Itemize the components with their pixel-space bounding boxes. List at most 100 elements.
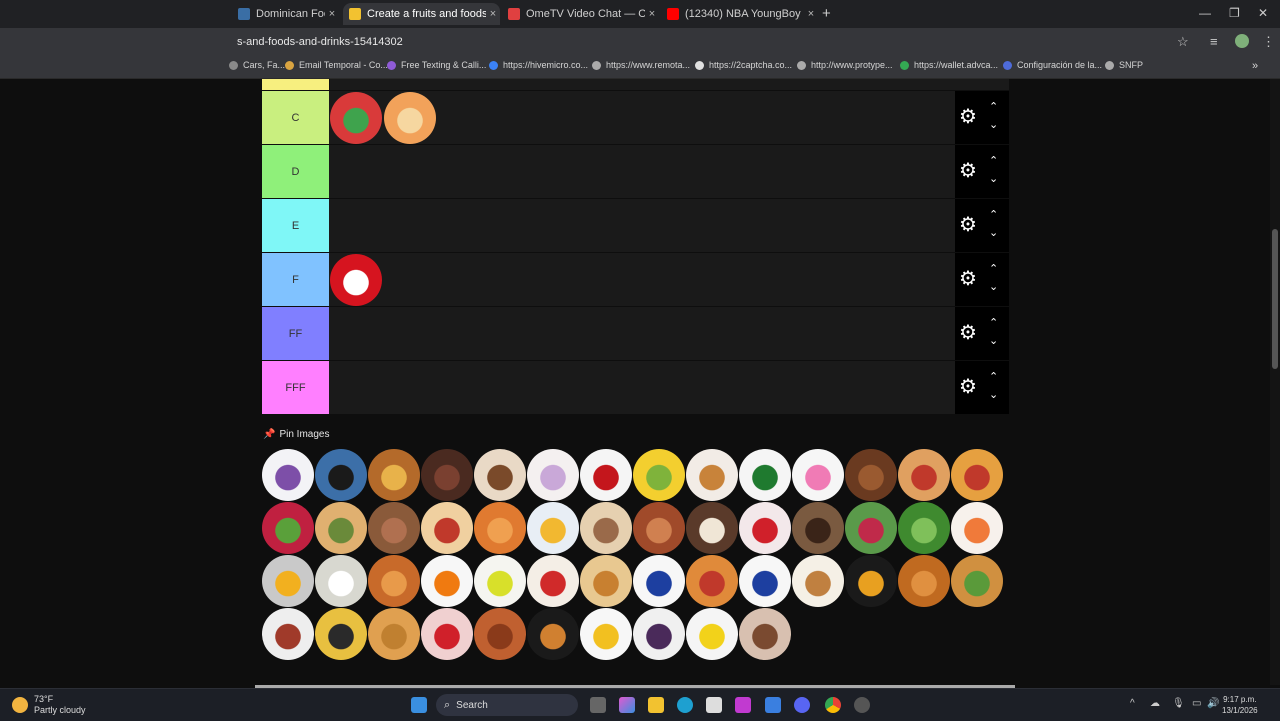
discord-icon[interactable] — [794, 697, 810, 713]
food-pear[interactable] — [474, 555, 526, 607]
move-tier-up-icon[interactable]: ⌃ — [989, 316, 998, 329]
food-kebab-skewers[interactable] — [368, 502, 420, 554]
food-cookies[interactable] — [792, 502, 844, 554]
food-burger[interactable] — [368, 449, 420, 501]
food-pizza-slices[interactable] — [898, 449, 950, 501]
chrome-icon[interactable] — [825, 697, 841, 713]
food-spaghetti[interactable] — [474, 608, 526, 660]
bookmark-item[interactable]: https://2captcha.co... — [695, 60, 792, 70]
food-red-bull-can[interactable] — [739, 555, 791, 607]
food-chocolate-cake-slice[interactable] — [421, 449, 473, 501]
food-fried-eggs[interactable] — [262, 555, 314, 607]
move-tier-down-icon[interactable]: ⌄ — [989, 226, 998, 239]
food-fruit-salad[interactable] — [262, 502, 314, 554]
food-frooti-pack[interactable] — [686, 608, 738, 660]
mail-icon[interactable] — [765, 697, 781, 713]
food-empanadas[interactable] — [527, 608, 579, 660]
instagram-icon[interactable] — [735, 697, 751, 713]
network-icon[interactable]: ▭ — [1192, 698, 1201, 709]
taskbar-search[interactable]: ⌕ Search — [436, 694, 578, 716]
food-fried-chicken[interactable] — [898, 555, 950, 607]
food-cereal-box[interactable] — [527, 449, 579, 501]
minimize-icon[interactable]: — — [1199, 6, 1211, 20]
page-scrollbar[interactable] — [1270, 79, 1280, 685]
tier-settings-gear-icon[interactable]: ⚙ — [959, 107, 977, 127]
food-fries-ketchup[interactable] — [951, 449, 1003, 501]
food-muffin[interactable] — [792, 555, 844, 607]
tier-settings-gear-icon[interactable]: ⚙ — [959, 269, 977, 289]
food-sandwich[interactable] — [580, 502, 632, 554]
food-birthday-cake[interactable] — [474, 449, 526, 501]
tier-label[interactable]: C — [262, 91, 329, 144]
food-peach[interactable] — [951, 502, 1003, 554]
food-corn[interactable] — [633, 449, 685, 501]
bookmark-item[interactable]: Cars, Fa... — [229, 60, 285, 70]
profile-avatar-icon[interactable] — [1235, 34, 1249, 48]
food-energy-drink-can[interactable] — [315, 449, 367, 501]
restore-icon[interactable]: ❐ — [1229, 6, 1240, 20]
food-red-smoothie[interactable] — [739, 502, 791, 554]
food-cola-bottle[interactable] — [580, 449, 632, 501]
food-fruit-juice[interactable] — [421, 608, 473, 660]
food-ice-cream-dessert[interactable] — [686, 502, 738, 554]
food-popcorn[interactable] — [527, 555, 579, 607]
food-chicken-wings[interactable] — [845, 449, 897, 501]
bookmark-item[interactable]: http://www.protype... — [797, 60, 893, 70]
close-window-icon[interactable]: ✕ — [1258, 6, 1268, 20]
food-hot-dog[interactable] — [421, 502, 473, 554]
browser-tab[interactable]: (12340) NBA YoungBoy & Melle× — [661, 3, 818, 25]
pin-icon[interactable]: 📌 — [263, 429, 275, 440]
food-donut[interactable] — [792, 449, 844, 501]
tab-close-icon[interactable]: × — [645, 8, 659, 20]
food-breakfast-plate[interactable] — [262, 608, 314, 660]
food-chocolate-shake[interactable] — [739, 608, 791, 660]
scrollbar-thumb[interactable] — [1272, 229, 1278, 369]
browser-tab[interactable]: Create a fruits and foods and d× — [343, 3, 500, 25]
browser-tab[interactable]: OmeTV Video Chat — Omegle× — [502, 3, 659, 25]
food-milk-bottle[interactable] — [262, 449, 314, 501]
tray-overflow-icon[interactable]: ^ — [1130, 698, 1135, 709]
food-lemons[interactable] — [580, 608, 632, 660]
taskbar-clock[interactable]: 9:17 p.m. 13/1/2026 — [1222, 694, 1258, 716]
tier-label[interactable]: F — [262, 253, 329, 306]
tab-close-icon[interactable]: × — [486, 8, 500, 20]
food-chicken-nuggets[interactable] — [474, 502, 526, 554]
bookmark-item[interactable]: Email Temporal - Co... — [285, 60, 388, 70]
food-paella[interactable] — [315, 608, 367, 660]
tier-settings-gear-icon[interactable]: ⚙ — [959, 323, 977, 343]
food-fried-rice[interactable] — [315, 502, 367, 554]
task-view-icon[interactable] — [590, 697, 606, 713]
food-watermelon[interactable] — [330, 91, 382, 144]
move-tier-down-icon[interactable]: ⌄ — [989, 388, 998, 401]
bookmark-item[interactable]: https://wallet.advca... — [900, 60, 998, 70]
move-tier-down-icon[interactable]: ⌄ — [989, 172, 998, 185]
move-tier-up-icon[interactable]: ⌃ — [989, 208, 998, 221]
tier-label[interactable]: FFF — [262, 361, 329, 414]
move-tier-up-icon[interactable]: ⌃ — [989, 262, 998, 275]
tier-label[interactable]: D — [262, 145, 329, 198]
food-pineapple[interactable] — [845, 555, 897, 607]
more-bookmarks-icon[interactable]: » — [1252, 60, 1258, 72]
new-tab-button[interactable]: + — [822, 5, 831, 22]
food-apple[interactable] — [330, 253, 382, 306]
store-icon[interactable] — [706, 697, 722, 713]
onedrive-icon[interactable]: ☁ — [1150, 698, 1160, 709]
food-croissant[interactable] — [686, 449, 738, 501]
food-boiled-eggs[interactable] — [527, 502, 579, 554]
tier-settings-gear-icon[interactable]: ⚙ — [959, 377, 977, 397]
windows-start-icon[interactable] — [411, 697, 427, 713]
bookmark-item[interactable]: https://hivemicro.co... — [489, 60, 588, 70]
food-meat-stir-fry[interactable] — [633, 502, 685, 554]
food-taco[interactable] — [951, 555, 1003, 607]
browser-tab[interactable]: Dominican Food - Co× — [232, 3, 339, 25]
volume-icon[interactable]: 🔊 — [1207, 698, 1219, 709]
bookmark-item[interactable]: Free Texting & Calli... — [387, 60, 486, 70]
edge-icon[interactable] — [677, 697, 693, 713]
food-pancakes[interactable] — [580, 555, 632, 607]
bookmark-item[interactable]: https://www.remota... — [592, 60, 690, 70]
food-candy-packs[interactable] — [845, 502, 897, 554]
tier-settings-gear-icon[interactable]: ⚙ — [959, 215, 977, 235]
bookmark-item[interactable]: SNFP — [1105, 60, 1143, 70]
tier-label[interactable]: E — [262, 199, 329, 252]
weather-widget[interactable]: 73°F Partly cloudy — [12, 694, 86, 716]
